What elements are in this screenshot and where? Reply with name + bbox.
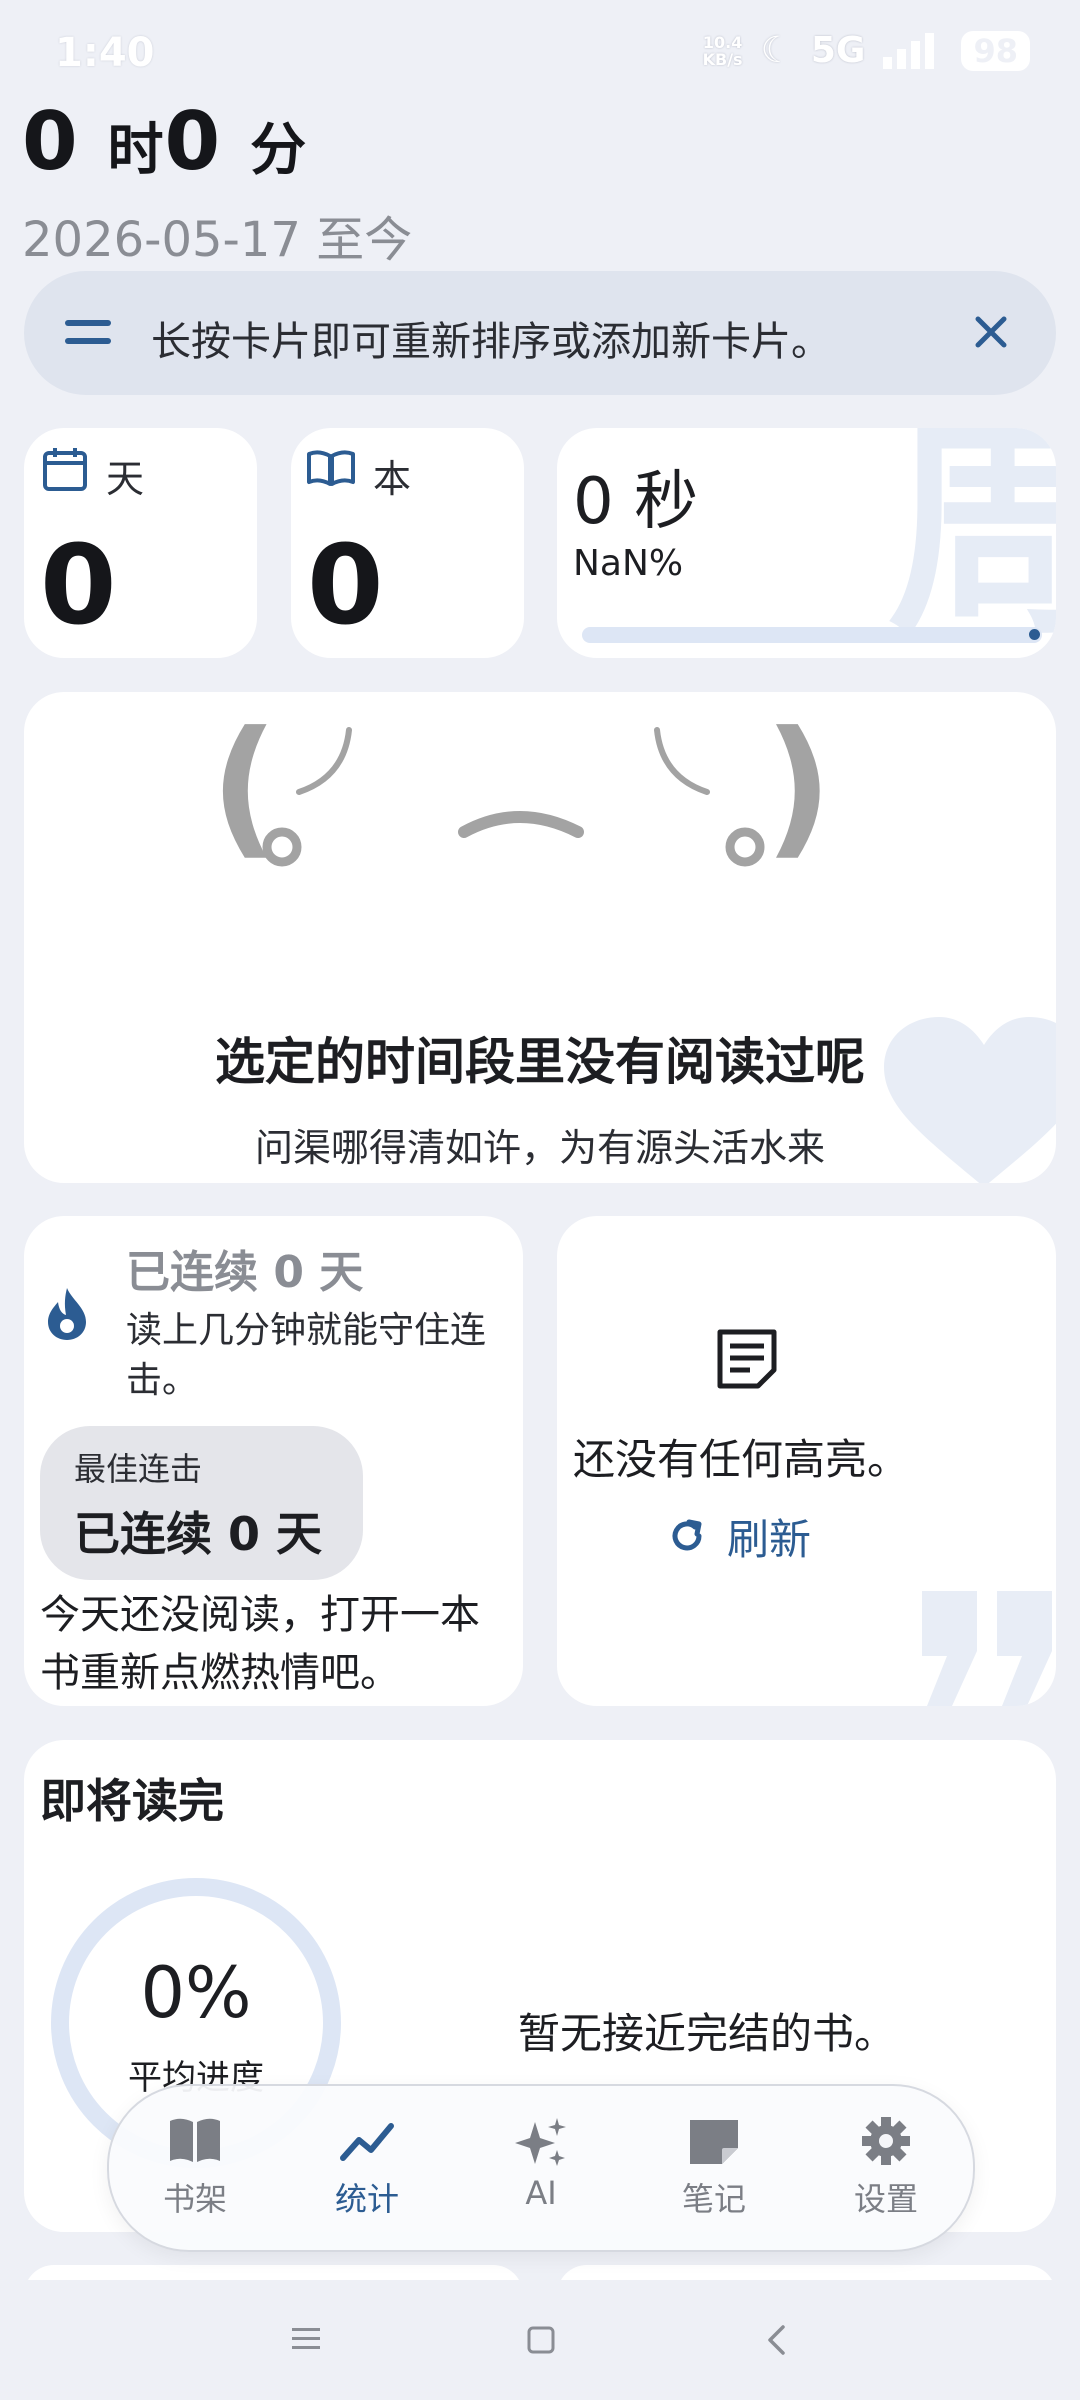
best-streak-value: 已连续 0 天 <box>74 1507 323 1561</box>
flame-icon <box>48 1288 86 1340</box>
books-card[interactable]: 本 0 <box>291 428 524 658</box>
quote-decoration-icon <box>922 1591 1052 1706</box>
progress-indicator <box>1029 629 1040 640</box>
sparkle-icon <box>515 2118 566 2166</box>
weekly-time-card[interactable]: 周 0 秒 NaN% <box>557 428 1056 658</box>
minutes-value: 0 <box>164 95 222 188</box>
books-value: 0 <box>307 521 384 649</box>
drag-handle-icon <box>65 320 111 344</box>
status-icons: 10.4 KB/s ☾ 5G 98 <box>703 30 1030 71</box>
hours-unit: 时 <box>107 118 165 183</box>
close-icon[interactable] <box>966 307 1016 357</box>
refresh-label: 刷新 <box>727 1514 812 1564</box>
empty-subtitle: 问渠哪得清如许，为有源头活水来 <box>254 1126 825 1170</box>
tip-text: 长按卡片即可重新排序或添加新卡片。 <box>151 319 831 365</box>
percent-value: NaN% <box>573 543 684 584</box>
weekly-progress-bar <box>582 627 1042 643</box>
hours-value: 0 <box>22 95 79 188</box>
highlights-empty-text: 还没有任何高亮。 <box>573 1435 910 1484</box>
nav-label: AI <box>525 2174 557 2212</box>
streak-message: 今天还没阅读，打开一本书重新点燃热情吧。 <box>40 1592 480 1696</box>
minutes-unit: 分 <box>250 118 308 183</box>
nav-label: 设置 <box>853 2180 918 2218</box>
average-percent: 0% <box>140 1952 252 2034</box>
bottom-navigation: 书架 统计 AI 笔记 设置 <box>107 2084 975 2252</box>
book-icon <box>170 2118 220 2162</box>
finishing-empty-text: 暂无接近完结的书。 <box>518 2009 897 2058</box>
status-bar: 1:40 10.4 KB/s ☾ 5G 98 <box>0 0 1080 110</box>
net-speed: 10.4 KB/s <box>702 32 743 69</box>
calendar-icon <box>43 448 87 491</box>
open-book-icon <box>307 450 355 486</box>
nav-notes[interactable]: 笔记 <box>644 2116 784 2220</box>
signal-icon <box>883 32 935 69</box>
back-icon[interactable] <box>765 2324 789 2356</box>
trend-icon <box>340 2123 394 2161</box>
sad-face-icon <box>262 727 765 867</box>
system-navigation-bar <box>0 2280 1080 2400</box>
total-reading-time: 0 时0 分 <box>22 95 307 188</box>
nav-settings[interactable]: 设置 <box>816 2116 956 2220</box>
menu-icon[interactable] <box>290 2325 322 2353</box>
streak-hint: 读上几分钟就能守住连击。 <box>126 1310 487 1401</box>
network-label: 5G <box>810 30 866 71</box>
books-label: 本 <box>373 457 412 501</box>
empty-reading-card: ( ) 选定的时间段里没有阅读过呢 问渠哪得清如许，为有源头活水来 <box>24 692 1056 1183</box>
streak-card[interactable]: 已连续 0 天 读上几分钟就能守住连击。 最佳连击 已连续 0 天 今天还没阅读… <box>24 1216 523 1706</box>
empty-title: 选定的时间段里没有阅读过呢 <box>215 1033 865 1091</box>
gear-icon <box>862 2117 910 2165</box>
nav-label: 笔记 <box>681 2180 746 2218</box>
nav-statistics[interactable]: 统计 <box>297 2116 437 2220</box>
streak-title: 已连续 0 天 <box>126 1247 364 1298</box>
note-document-icon <box>717 1329 777 1389</box>
best-streak-label: 最佳连击 <box>74 1450 203 1488</box>
seconds-value: 0 秒 <box>573 465 699 539</box>
days-card[interactable]: 天 0 <box>24 428 257 658</box>
status-time: 1:40 <box>55 30 155 76</box>
days-value: 0 <box>40 521 117 649</box>
highlights-card[interactable]: 还没有任何高亮。 刷新 <box>557 1216 1056 1706</box>
finishing-title: 即将读完 <box>40 1774 224 1828</box>
moon-icon: ☾ <box>760 30 793 71</box>
refresh-icon <box>672 1519 702 1551</box>
nav-label: 统计 <box>334 2180 399 2218</box>
tip-banner: 长按卡片即可重新排序或添加新卡片。 <box>24 271 1056 395</box>
week-watermark: 周 <box>887 428 1056 658</box>
nav-ai[interactable]: AI <box>471 2116 611 2212</box>
note-icon <box>690 2120 738 2164</box>
nav-bookshelf[interactable]: 书架 <box>125 2116 265 2220</box>
home-icon[interactable] <box>526 2325 556 2355</box>
date-range[interactable]: 2026-05-17 至今 <box>22 200 412 270</box>
refresh-button[interactable]: 刷新 <box>667 1506 811 1566</box>
days-label: 天 <box>106 457 145 501</box>
nav-label: 书架 <box>162 2180 227 2218</box>
battery-icon: 98 <box>961 30 1030 71</box>
